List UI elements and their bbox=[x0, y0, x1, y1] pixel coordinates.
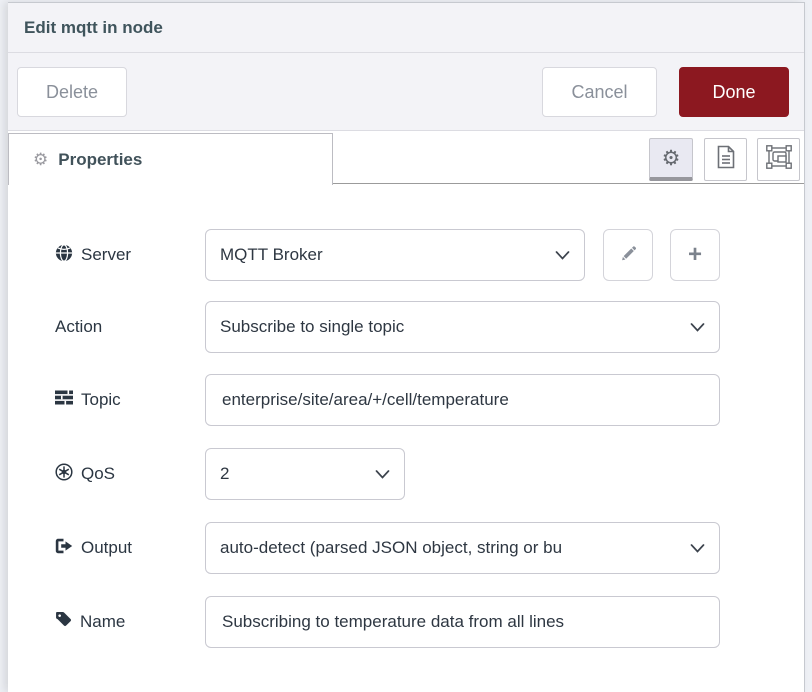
action-label: Action bbox=[55, 317, 102, 337]
tasks-icon bbox=[55, 390, 73, 410]
delete-button[interactable]: Delete bbox=[17, 67, 127, 117]
cancel-button[interactable]: Cancel bbox=[542, 67, 657, 117]
edit-server-button[interactable] bbox=[603, 229, 653, 281]
output-row-label: Output bbox=[55, 522, 200, 574]
name-row-label: Name bbox=[55, 596, 200, 648]
name-label: Name bbox=[80, 612, 125, 632]
output-select[interactable]: auto-detect (parsed JSON object, string … bbox=[205, 522, 720, 574]
globe-icon bbox=[55, 244, 73, 267]
server-label: Server bbox=[81, 245, 131, 265]
tab-properties-label: Properties bbox=[58, 150, 142, 170]
topic-input[interactable] bbox=[205, 374, 720, 426]
gear-icon: ⚙ bbox=[662, 148, 681, 169]
properties-form: Server MQTT Broker + Action Subscribe to… bbox=[8, 184, 804, 690]
chevron-down-icon bbox=[690, 538, 705, 558]
description-tab-button[interactable] bbox=[704, 138, 747, 181]
topic-label: Topic bbox=[81, 390, 121, 410]
topic-input-wrap bbox=[205, 374, 720, 426]
qos-select-value: 2 bbox=[220, 464, 229, 484]
server-select-value: MQTT Broker bbox=[220, 245, 323, 265]
topic-row-label: Topic bbox=[55, 374, 200, 426]
tray-toolbar: Delete Cancel Done bbox=[8, 53, 804, 131]
file-icon bbox=[715, 145, 737, 174]
name-input-wrap bbox=[205, 596, 720, 648]
server-select[interactable]: MQTT Broker bbox=[205, 229, 585, 281]
edit-node-tray: Edit mqtt in node Delete Cancel Done ⚙ P… bbox=[8, 2, 805, 692]
chevron-down-icon bbox=[555, 245, 570, 265]
tray-header: Edit mqtt in node bbox=[8, 3, 804, 53]
action-select-value: Subscribe to single topic bbox=[220, 317, 404, 337]
tab-properties[interactable]: ⚙ Properties bbox=[8, 133, 333, 185]
appearance-tab-button[interactable] bbox=[757, 138, 800, 181]
action-select[interactable]: Subscribe to single topic bbox=[205, 301, 720, 353]
name-input[interactable] bbox=[205, 596, 720, 648]
plus-icon: + bbox=[688, 241, 702, 269]
server-row-label: Server bbox=[55, 229, 200, 281]
add-server-button[interactable]: + bbox=[670, 229, 720, 281]
editor-tab-bar: ⚙ Properties ⚙ bbox=[8, 131, 804, 184]
object-group-icon bbox=[766, 145, 792, 174]
output-label: Output bbox=[81, 538, 132, 558]
output-select-value: auto-detect (parsed JSON object, string … bbox=[220, 538, 562, 558]
properties-tab-button[interactable]: ⚙ bbox=[649, 138, 693, 181]
pencil-icon bbox=[620, 241, 637, 269]
chevron-down-icon bbox=[690, 317, 705, 337]
circled-asterisk-icon bbox=[55, 463, 73, 486]
qos-select[interactable]: 2 bbox=[205, 448, 405, 500]
tag-icon bbox=[55, 611, 72, 633]
qos-label: QoS bbox=[81, 464, 115, 484]
sign-out-icon bbox=[55, 538, 73, 559]
dialog-title: Edit mqtt in node bbox=[24, 18, 163, 38]
qos-row-label: QoS bbox=[55, 448, 200, 500]
gear-icon: ⚙ bbox=[33, 151, 48, 168]
chevron-down-icon bbox=[375, 464, 390, 484]
action-row-label: Action bbox=[55, 301, 200, 353]
done-button[interactable]: Done bbox=[679, 67, 789, 117]
